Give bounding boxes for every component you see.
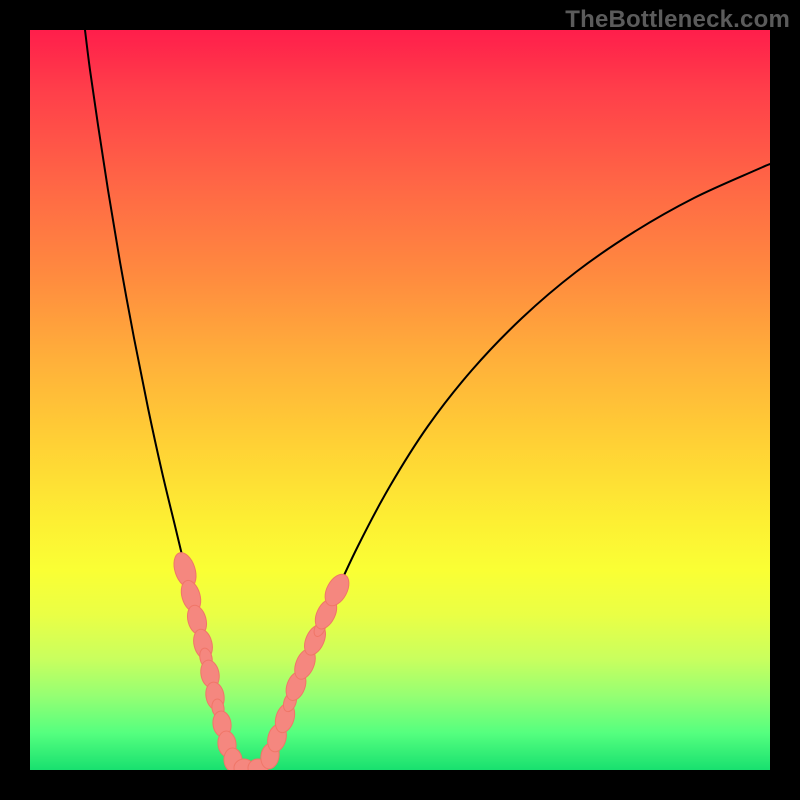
watermark-text: TheBottleneck.com [565,6,790,34]
bottleneck-curve [85,30,770,770]
marker-cluster [170,550,354,770]
curve-layer [30,30,770,770]
chart-frame: TheBottleneck.com [0,0,800,800]
plot-area [30,30,770,770]
curve-path [85,30,770,770]
